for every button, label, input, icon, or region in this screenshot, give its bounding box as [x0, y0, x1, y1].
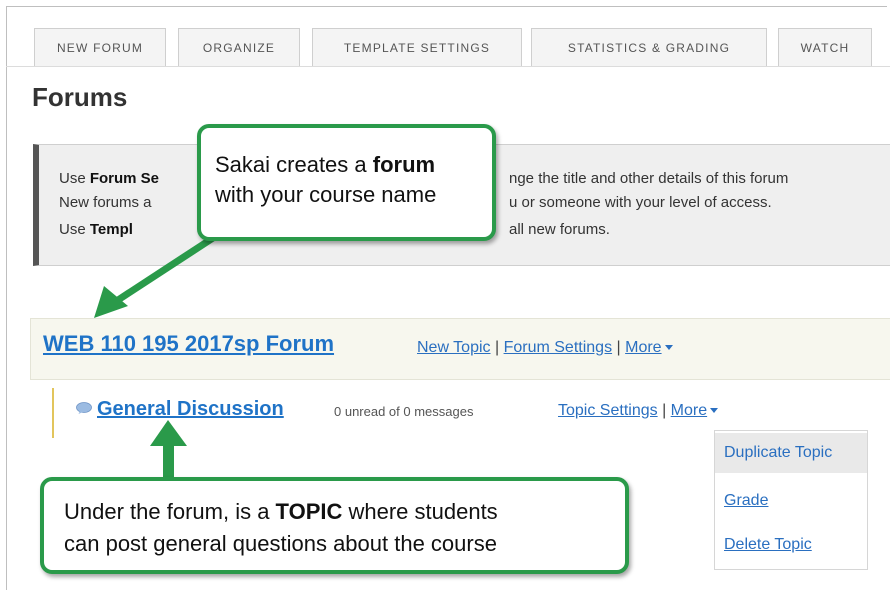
callout-topic-line-1: Under the forum, is a TOPIC where studen… [64, 499, 498, 524]
callout-topic-line-2: can post general questions about the cou… [64, 531, 497, 556]
arrow-to-forum-line [116, 233, 218, 303]
arrow-to-topic-head [150, 420, 187, 446]
arrow-to-topic-shaft [163, 443, 174, 479]
callout-forum: Sakai creates a forum with your course n… [197, 124, 496, 241]
callout-topic: Under the forum, is a TOPIC where studen… [40, 477, 629, 574]
callout-forum-line-1: Sakai creates a forum [215, 152, 436, 177]
callout-forum-line-2: with your course name [215, 182, 437, 207]
arrow-to-forum-head [94, 286, 128, 318]
